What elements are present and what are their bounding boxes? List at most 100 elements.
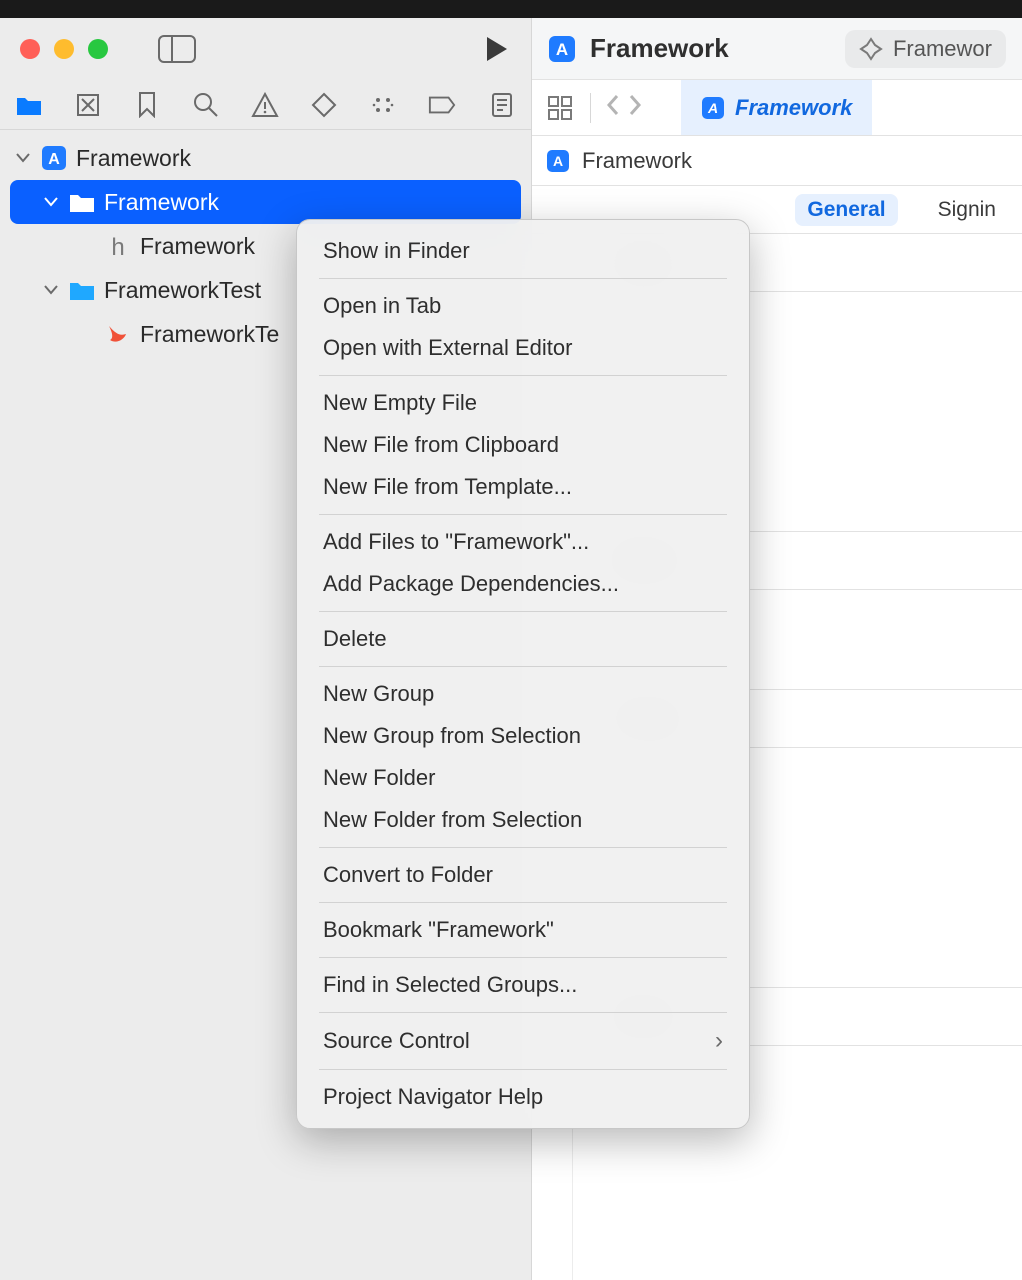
- chevron-right-icon: ›: [715, 1027, 723, 1055]
- menu-item[interactable]: Convert to Folder: [297, 854, 749, 896]
- xcode-project-icon: A: [546, 149, 570, 173]
- chevron-down-icon[interactable]: [42, 193, 60, 211]
- nav-forward-button[interactable]: [627, 93, 643, 122]
- menu-item[interactable]: Source Control›: [297, 1019, 749, 1063]
- related-items-icon[interactable]: [544, 95, 576, 121]
- nav-back-button[interactable]: [605, 93, 621, 122]
- close-window-button[interactable]: [20, 39, 40, 59]
- window-top-shadow: [0, 0, 1022, 18]
- menu-item-label: New Empty File: [323, 390, 477, 416]
- project-title-label: Framework: [590, 33, 729, 64]
- menu-divider: [319, 902, 727, 903]
- window-titlebar: [0, 18, 531, 80]
- menu-item-label: Delete: [323, 626, 387, 652]
- menu-item[interactable]: Open with External Editor: [297, 327, 749, 369]
- folder-icon: [68, 188, 96, 216]
- menu-item-label: Project Navigator Help: [323, 1084, 543, 1110]
- menu-item-label: New Group: [323, 681, 434, 707]
- editor-tab-label: Framework: [735, 95, 852, 121]
- menu-item[interactable]: Add Files to "Framework"...: [297, 521, 749, 563]
- svg-text:A: A: [48, 151, 60, 168]
- menu-item-label: Show in Finder: [323, 238, 470, 264]
- menu-item[interactable]: New Empty File: [297, 382, 749, 424]
- menu-item[interactable]: Bookmark "Framework": [297, 909, 749, 951]
- debug-navigator-icon[interactable]: [370, 91, 397, 119]
- menu-item[interactable]: Delete: [297, 618, 749, 660]
- menu-item-label: Bookmark "Framework": [323, 917, 554, 943]
- menu-item[interactable]: New Group: [297, 673, 749, 715]
- menu-item[interactable]: New File from Clipboard: [297, 424, 749, 466]
- xcode-project-icon: A: [701, 96, 725, 120]
- menu-item-label: New Group from Selection: [323, 723, 581, 749]
- project-navigator-tab-icon[interactable]: [16, 91, 43, 119]
- breakpoint-navigator-icon[interactable]: [428, 91, 456, 119]
- menu-divider: [319, 1012, 727, 1013]
- svg-text:h: h: [111, 234, 124, 259]
- sidebar-toggle-icon[interactable]: [158, 35, 196, 63]
- menu-item-label: Convert to Folder: [323, 862, 493, 888]
- bookmark-navigator-icon[interactable]: [133, 91, 160, 119]
- scheme-label: Framewor: [893, 36, 992, 62]
- tab-general[interactable]: General: [795, 194, 897, 226]
- menu-divider: [319, 611, 727, 612]
- menu-divider: [319, 957, 727, 958]
- swift-file-icon: [104, 320, 132, 348]
- test-navigator-icon[interactable]: [311, 91, 338, 119]
- menu-item-label: Open in Tab: [323, 293, 441, 319]
- find-navigator-icon[interactable]: [192, 91, 219, 119]
- breadcrumb-bar[interactable]: A Framework: [532, 136, 1022, 186]
- tree-label: Framework: [140, 233, 255, 260]
- xcode-project-icon: A: [40, 144, 68, 172]
- context-menu: Show in Finder Open in Tab Open with Exter…: [296, 219, 750, 1129]
- report-navigator-icon[interactable]: [488, 91, 515, 119]
- menu-divider: [319, 278, 727, 279]
- menu-item-label: Add Package Dependencies...: [323, 571, 619, 597]
- editor-tab-framework[interactable]: A Framework: [681, 80, 872, 135]
- run-button[interactable]: [481, 34, 511, 64]
- issue-navigator-icon[interactable]: [251, 91, 279, 119]
- menu-item-label: Open with External Editor: [323, 335, 572, 361]
- folder-icon: [68, 276, 96, 304]
- scheme-selector[interactable]: Framewor: [845, 30, 1006, 68]
- menu-item[interactable]: Show in Finder: [297, 230, 749, 272]
- menu-divider: [319, 847, 727, 848]
- menu-item[interactable]: Add Package Dependencies...: [297, 563, 749, 605]
- tree-label: Framework: [76, 145, 191, 172]
- breadcrumb-label: Framework: [582, 148, 692, 174]
- minimize-window-button[interactable]: [54, 39, 74, 59]
- maximize-window-button[interactable]: [88, 39, 108, 59]
- tree-label: FrameworkTe: [140, 321, 279, 348]
- svg-text:A: A: [707, 100, 718, 116]
- tree-row-framework-folder[interactable]: Framework: [10, 180, 521, 224]
- menu-divider: [319, 375, 727, 376]
- source-control-navigator-icon[interactable]: [75, 91, 102, 119]
- xcode-project-icon: A: [548, 35, 576, 63]
- tab-signing[interactable]: Signin: [926, 194, 1008, 226]
- menu-item-label: New File from Clipboard: [323, 432, 559, 458]
- scheme-icon: [859, 37, 883, 61]
- menu-divider: [319, 666, 727, 667]
- editor-toolbar: A Framework Framewor: [532, 18, 1022, 80]
- menu-item-label: New Folder from Selection: [323, 807, 582, 833]
- menu-item[interactable]: Project Navigator Help: [297, 1076, 749, 1118]
- menu-item[interactable]: Open in Tab: [297, 285, 749, 327]
- svg-text:A: A: [553, 153, 563, 169]
- tree-label: Framework: [104, 189, 219, 216]
- tree-label: FrameworkTest: [104, 277, 261, 304]
- header-file-icon: h: [104, 232, 132, 260]
- menu-item[interactable]: New Folder: [297, 757, 749, 799]
- project-title[interactable]: A Framework: [548, 33, 729, 64]
- menu-item[interactable]: New Folder from Selection: [297, 799, 749, 841]
- tree-row-project-root[interactable]: A Framework: [0, 136, 531, 180]
- navigator-tab-bar: [0, 80, 531, 130]
- chevron-down-icon[interactable]: [14, 149, 32, 167]
- menu-item-label: New Folder: [323, 765, 435, 791]
- chevron-down-icon[interactable]: [42, 281, 60, 299]
- menu-item-label: Add Files to "Framework"...: [323, 529, 589, 555]
- menu-item[interactable]: Find in Selected Groups...: [297, 964, 749, 1006]
- menu-item[interactable]: New Group from Selection: [297, 715, 749, 757]
- menu-divider: [319, 1069, 727, 1070]
- menu-item[interactable]: New File from Template...: [297, 466, 749, 508]
- editor-path-bar: A Framework: [532, 80, 1022, 136]
- menu-item-label: New File from Template...: [323, 474, 572, 500]
